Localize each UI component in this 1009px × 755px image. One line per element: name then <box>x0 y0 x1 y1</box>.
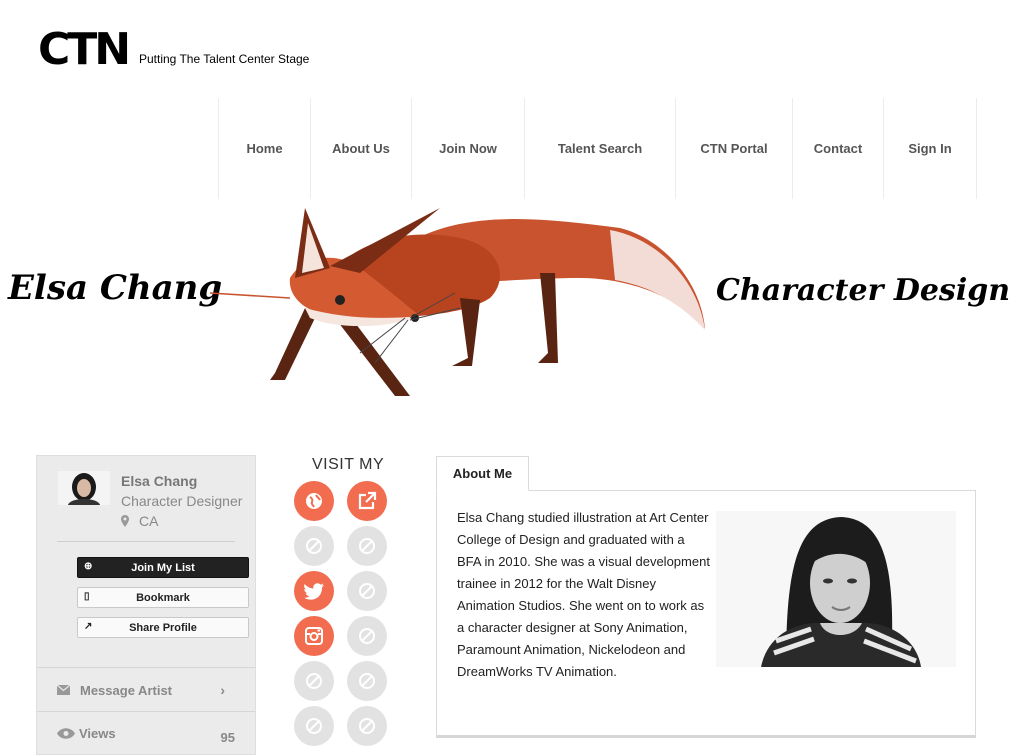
profile-location: CA <box>121 513 158 529</box>
artist-photo <box>716 511 956 667</box>
social-link-unavailable[interactable] <box>294 661 334 701</box>
envelope-icon <box>57 685 70 695</box>
disabled-icon <box>359 628 375 644</box>
globe-icon <box>306 493 322 509</box>
share-icon: ↗ <box>84 621 93 632</box>
website-link[interactable] <box>294 481 334 521</box>
disabled-icon <box>306 538 322 554</box>
map-pin-icon <box>121 515 129 527</box>
banner-artist-title: Character Designer <box>716 273 1009 308</box>
instagram-link[interactable] <box>294 616 334 656</box>
avatar <box>58 471 110 505</box>
eye-icon <box>57 728 75 739</box>
instagram-icon <box>305 627 323 645</box>
profile-name: Elsa Chang <box>121 473 198 489</box>
twitter-icon <box>304 582 324 600</box>
nav-contact[interactable]: Contact <box>792 98 883 199</box>
join-my-list-button[interactable]: ⊕ Join My List <box>77 557 249 578</box>
message-artist-row[interactable]: Message Artist › <box>37 667 255 712</box>
about-me-panel: Elsa Chang studied illustration at Art C… <box>436 490 976 738</box>
twitter-link[interactable] <box>294 571 334 611</box>
bookmark-label: Bookmark <box>136 591 190 604</box>
chevron-right-icon: › <box>220 682 225 698</box>
bookmark-button[interactable]: ▯ Bookmark <box>77 587 249 608</box>
bio-text: Elsa Chang studied illustration at Art C… <box>457 510 710 679</box>
social-link-unavailable[interactable] <box>294 526 334 566</box>
profile-role: Character Designer <box>121 493 243 509</box>
disabled-icon <box>359 538 375 554</box>
views-row: Views 95 <box>37 711 255 755</box>
social-link-unavailable[interactable] <box>347 661 387 701</box>
disabled-icon <box>306 718 322 734</box>
views-label: Views <box>79 726 116 741</box>
fox-illustration <box>210 208 705 396</box>
bookmark-icon: ▯ <box>84 591 90 602</box>
divider <box>57 541 235 542</box>
plus-circle-icon: ⊕ <box>84 561 93 572</box>
nav-sign-in[interactable]: Sign In <box>883 98 977 199</box>
banner-artist-name: Elsa Chang <box>8 268 223 308</box>
disabled-icon <box>359 718 375 734</box>
social-link-unavailable[interactable] <box>347 706 387 746</box>
join-my-list-label: Join My List <box>131 561 195 574</box>
social-link-unavailable[interactable] <box>347 616 387 656</box>
external-link-icon <box>358 491 377 510</box>
disabled-icon <box>359 673 375 689</box>
external-link[interactable] <box>347 481 387 521</box>
social-link-unavailable[interactable] <box>347 571 387 611</box>
views-count: 95 <box>220 730 235 745</box>
social-link-unavailable[interactable] <box>294 706 334 746</box>
disabled-icon <box>359 583 375 599</box>
share-profile-button[interactable]: ↗ Share Profile <box>77 617 249 638</box>
share-profile-label: Share Profile <box>129 621 197 634</box>
profile-card: Elsa Chang Character Designer CA ⊕ Join … <box>36 455 256 755</box>
ctn-logo[interactable]: CTN <box>38 28 131 72</box>
disabled-icon <box>306 673 322 689</box>
tagline: Putting The Talent Center Stage <box>139 52 310 66</box>
message-artist-label: Message Artist <box>80 682 172 698</box>
tab-about-me[interactable]: About Me <box>436 456 529 491</box>
social-link-unavailable[interactable] <box>347 526 387 566</box>
visit-my-heading: VISIT MY <box>312 456 385 473</box>
profile-location-text: CA <box>139 513 159 529</box>
